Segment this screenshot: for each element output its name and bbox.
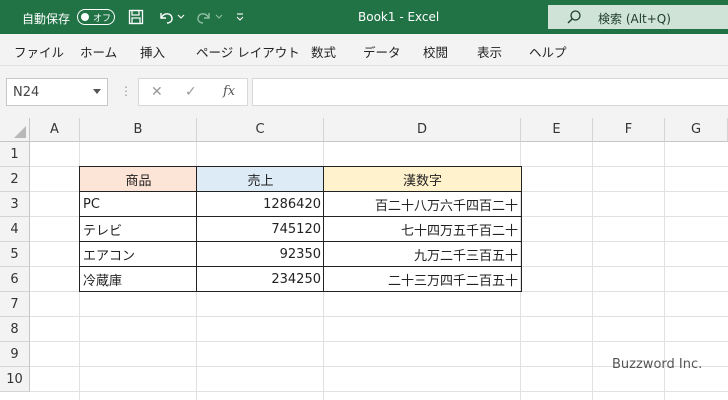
menu-help[interactable]: ヘルプ [529,42,567,61]
cell-d4[interactable]: 七十四万五千百二十 [324,217,521,242]
search-icon [566,9,582,28]
table-border-row [79,216,522,217]
menu-formulas[interactable]: 数式 [311,42,336,61]
row-header-7[interactable]: 7 [0,292,30,317]
name-box[interactable]: N24 [6,78,108,106]
autosave-state: オフ [93,14,112,24]
column-header-g[interactable]: G [665,118,728,142]
row-header-4[interactable]: 4 [0,217,30,242]
formula-buttons: ✕ ✓ fx [138,78,248,106]
chevron-down-icon[interactable] [93,89,101,94]
cell-c5[interactable]: 92350 [197,242,324,267]
undo-icon[interactable] [156,7,176,27]
menu-file[interactable]: ファイル [14,42,64,61]
row-header-5[interactable]: 5 [0,242,30,267]
row-header-2[interactable]: 2 [0,167,30,192]
cell-b2-header-product[interactable]: 商品 [80,167,197,192]
cell-d5[interactable]: 九万二千三百五十 [324,242,521,267]
cell-d2-header-kanji[interactable]: 漢数字 [324,167,521,192]
cell-c2-header-sales[interactable]: 売上 [197,167,324,192]
insert-function-button[interactable]: fx [223,84,235,99]
table-border-row [79,266,522,267]
row-header-10[interactable]: 10 [0,367,30,392]
undo-dropdown-icon[interactable] [176,7,186,27]
redo-icon[interactable] [194,7,214,27]
table-border-row [79,241,522,242]
gridline [592,142,593,400]
name-box-value: N24 [13,85,40,100]
column-header-c[interactable]: C [197,118,324,142]
customize-toolbar-icon[interactable] [232,7,248,27]
table-border-col [196,166,197,292]
watermark: Buzzword Inc. [612,357,703,372]
cell-b5[interactable]: エアコン [80,242,197,267]
cell-c4[interactable]: 745120 [197,217,324,242]
menu-review[interactable]: 校閲 [423,42,448,61]
gridline [30,316,728,317]
menu-home[interactable]: ホーム [80,42,117,61]
formula-input[interactable] [252,78,728,106]
column-header-e[interactable]: E [521,118,593,142]
cell-d3[interactable]: 百二十八万六千四百二十 [324,192,521,217]
menu-data[interactable]: データ [363,42,401,61]
select-all-triangle-icon [14,126,26,138]
menu-insert[interactable]: 挿入 [140,42,165,61]
row-header-9[interactable]: 9 [0,342,30,367]
cell-b6[interactable]: 冷蔵庫 [80,267,197,292]
redo-dropdown-icon[interactable] [214,7,224,27]
table-border-row [79,191,522,192]
menu-view[interactable]: 表示 [477,42,502,61]
column-header-a[interactable]: A [30,118,80,142]
gridline [30,391,728,392]
formula-area: N24 ⋮ ✕ ✓ fx [0,66,728,118]
row-header-3[interactable]: 3 [0,192,30,217]
cell-b4[interactable]: テレビ [80,217,197,242]
column-header-f[interactable]: F [593,118,665,142]
row-header-8[interactable]: 8 [0,317,30,342]
title-bar: 自動保存 オフ Book1 - Excel 検索 (Alt+Q) [0,0,728,34]
more-options-icon[interactable]: ⋮ [120,84,132,98]
search-box[interactable]: 検索 (Alt+Q) [548,5,728,29]
ribbon-menu: ファイル ホーム 挿入 ページ レイアウト 数式 データ 校閲 表示 ヘルプ [0,34,728,66]
row-header-6[interactable]: 6 [0,267,30,292]
row-header-1[interactable]: 1 [0,142,30,167]
cell-b3[interactable]: PC [80,192,197,217]
autosave-toggle[interactable]: オフ [77,9,115,25]
cell-c6[interactable]: 234250 [197,267,324,292]
search-label: 検索 (Alt+Q) [598,12,671,26]
column-header-d[interactable]: D [324,118,521,142]
cancel-icon[interactable]: ✕ [151,84,163,100]
cell-c3[interactable]: 1286420 [197,192,324,217]
gridline [30,341,728,342]
menu-page-layout[interactable]: ページ レイアウト [196,42,300,61]
enter-icon[interactable]: ✓ [185,84,197,100]
document-title: Book1 - Excel [358,10,440,24]
column-header-b[interactable]: B [80,118,197,142]
cell-d6[interactable]: 二十三万四千二百五十 [324,267,521,292]
table-border-col [323,166,324,292]
select-all-button[interactable] [0,118,30,142]
autosave-label: 自動保存 [22,12,71,26]
save-icon[interactable] [126,7,146,27]
toggle-knob [81,13,89,21]
